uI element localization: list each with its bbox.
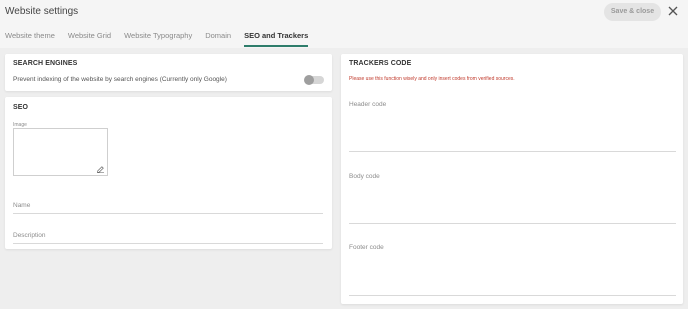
seo-heading: SEO <box>13 104 29 111</box>
name-field-label: Name <box>13 202 31 209</box>
footer-code-label: Footer code <box>349 244 384 251</box>
name-field[interactable] <box>13 213 323 214</box>
trackers-card: TRACKERS CODE Please use this function w… <box>341 54 683 304</box>
settings-tabs: Website theme Website Grid Website Typog… <box>0 30 316 47</box>
pencil-icon[interactable] <box>97 166 104 173</box>
seo-card: SEO Image Name Description <box>5 97 332 249</box>
tab-domain[interactable]: Domain <box>200 30 231 44</box>
toggle-knob <box>304 75 314 85</box>
prevent-indexing-toggle[interactable] <box>304 75 324 85</box>
prevent-indexing-label: Prevent indexing of the website by searc… <box>13 76 227 83</box>
header-code-field[interactable] <box>349 151 676 152</box>
page-title: Website settings <box>5 6 79 17</box>
top-bar: Website settings Save & close Website th… <box>0 0 688 48</box>
description-field[interactable] <box>13 243 323 244</box>
body-code-label: Body code <box>349 173 380 180</box>
close-icon[interactable] <box>668 6 678 16</box>
tab-website-theme[interactable]: Website theme <box>0 30 55 44</box>
trackers-heading: TRACKERS CODE <box>349 60 412 67</box>
tab-seo-and-trackers[interactable]: SEO and Trackers <box>239 30 309 47</box>
image-upload-box[interactable] <box>13 128 108 176</box>
tab-website-grid[interactable]: Website Grid <box>63 30 111 44</box>
search-engines-heading: SEARCH ENGINES <box>13 60 78 67</box>
header-code-label: Header code <box>349 101 387 108</box>
tab-website-typography[interactable]: Website Typography <box>119 30 192 44</box>
body-code-field[interactable] <box>349 223 676 224</box>
save-close-button[interactable]: Save & close <box>604 3 661 21</box>
search-engines-card: SEARCH ENGINES Prevent indexing of the w… <box>5 54 332 91</box>
trackers-warning: Please use this function wisely and only… <box>349 76 515 82</box>
description-field-label: Description <box>13 232 46 239</box>
footer-code-field[interactable] <box>349 295 676 296</box>
